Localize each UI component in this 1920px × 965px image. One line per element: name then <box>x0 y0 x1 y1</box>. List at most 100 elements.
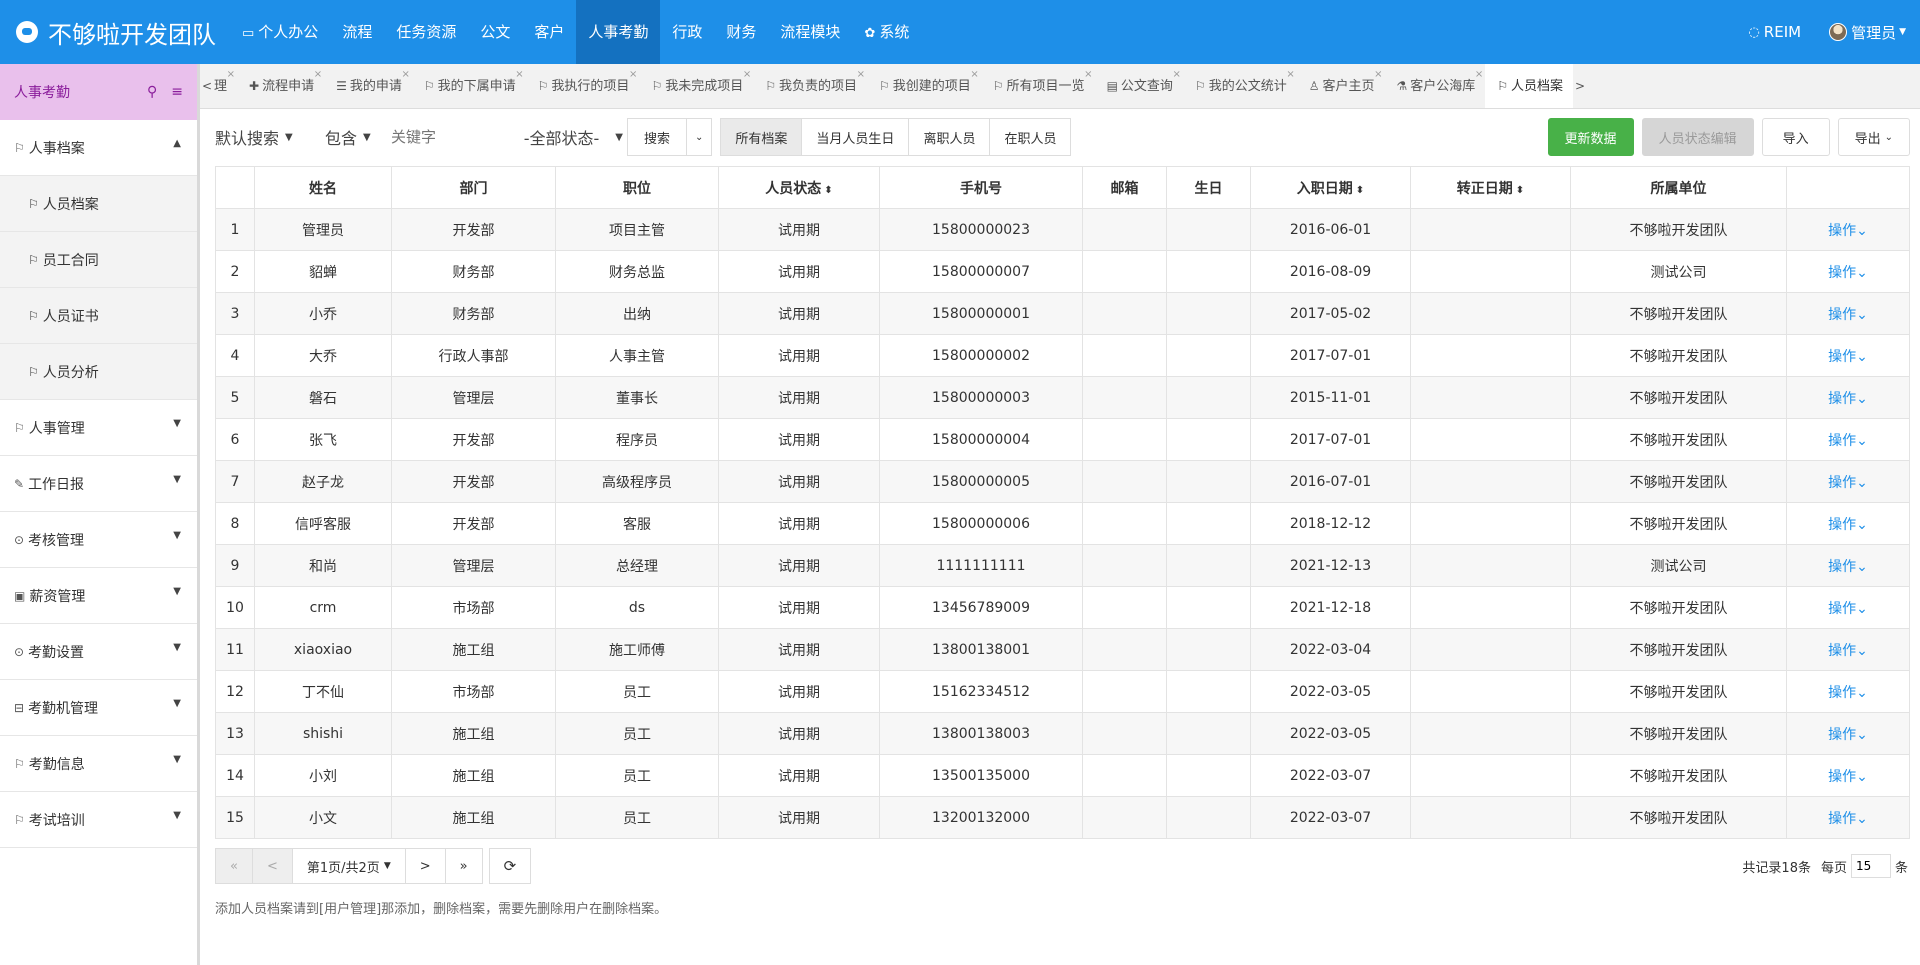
user-menu[interactable]: 管理员 ▼ <box>1815 22 1920 43</box>
sidebar-group-7[interactable]: ⚐ 考勤信息 ▼ <box>0 736 197 792</box>
tab-5[interactable]: ⚐ 我未完成项目 × <box>639 64 753 108</box>
tab-7[interactable]: ⚐ 我创建的项目 × <box>867 64 981 108</box>
refresh-button[interactable]: ⟳ <box>488 848 532 884</box>
sidebar-item-0[interactable]: ⚐ 人员档案 <box>0 176 197 232</box>
row-action-menu[interactable]: 操作⌄ <box>1786 460 1910 503</box>
sidebar-header: 人事考勤 ⚲ ≡ <box>0 64 197 120</box>
row-action-menu[interactable]: 操作⌄ <box>1786 544 1910 587</box>
tab-scroll-left[interactable]: < <box>200 79 214 93</box>
filter-button-1[interactable]: 当月人员生日 <box>802 118 910 156</box>
nav-item-8[interactable]: 流程模块 <box>768 0 852 64</box>
per-page-input[interactable] <box>1850 854 1891 878</box>
nav-item-2[interactable]: 任务资源 <box>384 0 468 64</box>
reim-link[interactable]: ◌ REIM <box>1734 23 1815 41</box>
tab-12[interactable]: ⚗ 客户公海库 × <box>1384 64 1485 108</box>
close-icon[interactable]: × <box>1286 64 1294 97</box>
close-icon[interactable]: × <box>857 64 865 97</box>
tab-1[interactable]: ✚ 流程申请 × <box>237 64 324 108</box>
tab-13[interactable]: ⚐ 人员档案 <box>1485 64 1574 108</box>
menu-icon[interactable]: ≡ <box>171 84 183 100</box>
import-button[interactable]: 导入 <box>1761 118 1830 156</box>
tab-9[interactable]: ▤ 公文查询 × <box>1095 64 1183 108</box>
sidebar-group-3[interactable]: ⊙ 考核管理 ▼ <box>0 512 197 568</box>
sidebar-group-4[interactable]: ▣ 薪资管理 ▼ <box>0 568 197 624</box>
close-icon[interactable]: × <box>970 64 978 97</box>
last-page-button[interactable]: » <box>445 848 483 884</box>
close-icon[interactable]: × <box>743 64 751 97</box>
filter-button-0[interactable]: 所有档案 <box>720 118 803 156</box>
tab-10[interactable]: ⚐ 我的公文统计 × <box>1183 64 1297 108</box>
tab-8[interactable]: ⚐ 所有项目一览 × <box>981 64 1095 108</box>
close-icon[interactable]: × <box>227 64 235 97</box>
sidebar-item-1[interactable]: ⚐ 员工合同 <box>0 232 197 288</box>
tab-2[interactable]: ☰ 我的申请 × <box>324 64 412 108</box>
brand[interactable]: 不够啦开发团队 <box>0 0 230 64</box>
nav-item-7[interactable]: 财务 <box>714 0 768 64</box>
sidebar-item-2[interactable]: ⚐ 人员证书 <box>0 288 197 344</box>
column-header-8[interactable]: 入职日期 ⬍ <box>1250 166 1411 209</box>
search-icon[interactable]: ⚲ <box>147 84 157 100</box>
row-action-menu[interactable]: 操作⌄ <box>1786 796 1910 839</box>
row-action-menu[interactable]: 操作⌄ <box>1786 334 1910 377</box>
column-header-9[interactable]: 转正日期 ⬍ <box>1410 166 1571 209</box>
table-cell <box>1166 376 1251 419</box>
nav-item-6[interactable]: 行政 <box>660 0 714 64</box>
tab-scroll-right[interactable]: > <box>1573 79 1587 93</box>
sidebar-group-6[interactable]: ⊟ 考勤机管理 ▼ <box>0 680 197 736</box>
tab-0[interactable]: 理 × <box>214 64 237 108</box>
status-edit-button[interactable]: 人员状态编辑 <box>1641 118 1754 156</box>
tab-3[interactable]: ⚐ 我的下属申请 × <box>412 64 526 108</box>
search-mode-select[interactable]: 默认搜索 ▼ <box>215 118 325 156</box>
filter-button-2[interactable]: 离职人员 <box>909 118 991 156</box>
close-icon[interactable]: × <box>629 64 637 97</box>
nav-item-4[interactable]: 客户 <box>522 0 576 64</box>
row-action-menu[interactable]: 操作⌄ <box>1786 712 1910 755</box>
tab-4[interactable]: ⚐ 我执行的项目 × <box>526 64 640 108</box>
close-icon[interactable]: × <box>1374 64 1382 97</box>
filter-button-3[interactable]: 在职人员 <box>990 118 1072 156</box>
match-select[interactable]: 包含 ▼ <box>325 118 391 156</box>
page-select[interactable]: 第1页/共2页 ▼ <box>292 848 406 884</box>
status-select[interactable]: -全部状态- ▼ <box>501 118 627 156</box>
row-action-menu[interactable]: 操作⌄ <box>1786 502 1910 545</box>
nav-item-3[interactable]: 公文 <box>468 0 522 64</box>
next-page-button[interactable]: > <box>405 848 446 884</box>
row-action-menu[interactable]: 操作⌄ <box>1786 754 1910 797</box>
first-page-button[interactable]: « <box>215 848 253 884</box>
nav-item-0[interactable]: ▭ 个人办公 <box>230 0 330 64</box>
close-icon[interactable]: × <box>1173 64 1181 97</box>
nav-item-1[interactable]: 流程 <box>330 0 384 64</box>
row-action-menu[interactable]: 操作⌄ <box>1786 670 1910 713</box>
sidebar-group-0[interactable]: ⚐ 人事档案 ▲ <box>0 120 197 176</box>
row-action-menu[interactable]: 操作⌄ <box>1786 586 1910 629</box>
export-button[interactable]: 导出 ⌄ <box>1837 118 1910 156</box>
table-cell: 试用期 <box>718 292 880 335</box>
search-button[interactable]: 搜索 <box>627 118 688 156</box>
keyword-input[interactable] <box>391 118 501 156</box>
row-action-menu[interactable]: 操作⌄ <box>1786 292 1910 335</box>
close-icon[interactable]: × <box>1084 64 1092 97</box>
prev-page-button[interactable]: < <box>252 848 293 884</box>
row-action-menu[interactable]: 操作⌄ <box>1786 250 1910 293</box>
sidebar-group-2[interactable]: ✎ 工作日报 ▼ <box>0 456 197 512</box>
row-action-menu[interactable]: 操作⌄ <box>1786 208 1910 251</box>
tab-11[interactable]: ♙ 客户主页 × <box>1297 64 1385 108</box>
row-action-menu[interactable]: 操作⌄ <box>1786 628 1910 671</box>
sidebar-group-8[interactable]: ⚐ 考试培训 ▼ <box>0 792 197 848</box>
close-icon[interactable]: × <box>401 64 409 97</box>
update-data-button[interactable]: 更新数据 <box>1547 118 1634 156</box>
close-icon[interactable]: × <box>314 64 322 97</box>
sidebar-group-5[interactable]: ⊙ 考勤设置 ▼ <box>0 624 197 680</box>
column-header-4[interactable]: 人员状态 ⬍ <box>718 166 880 209</box>
nav-item-5[interactable]: 人事考勤 <box>576 0 661 64</box>
sidebar-group-1[interactable]: ⚐ 人事管理 ▼ <box>0 400 197 456</box>
close-icon[interactable]: × <box>515 64 523 97</box>
search-dropdown-button[interactable]: ⌄ <box>687 118 713 156</box>
nav-item-label: 任务资源 <box>396 23 457 41</box>
nav-item-9[interactable]: ✿ 系统 <box>852 0 921 64</box>
close-icon[interactable]: × <box>1475 64 1483 97</box>
row-action-menu[interactable]: 操作⌄ <box>1786 376 1910 419</box>
tab-6[interactable]: ⚐ 我负责的项目 × <box>753 64 867 108</box>
row-action-menu[interactable]: 操作⌄ <box>1786 418 1910 461</box>
sidebar-item-3[interactable]: ⚐ 人员分析 <box>0 344 197 400</box>
